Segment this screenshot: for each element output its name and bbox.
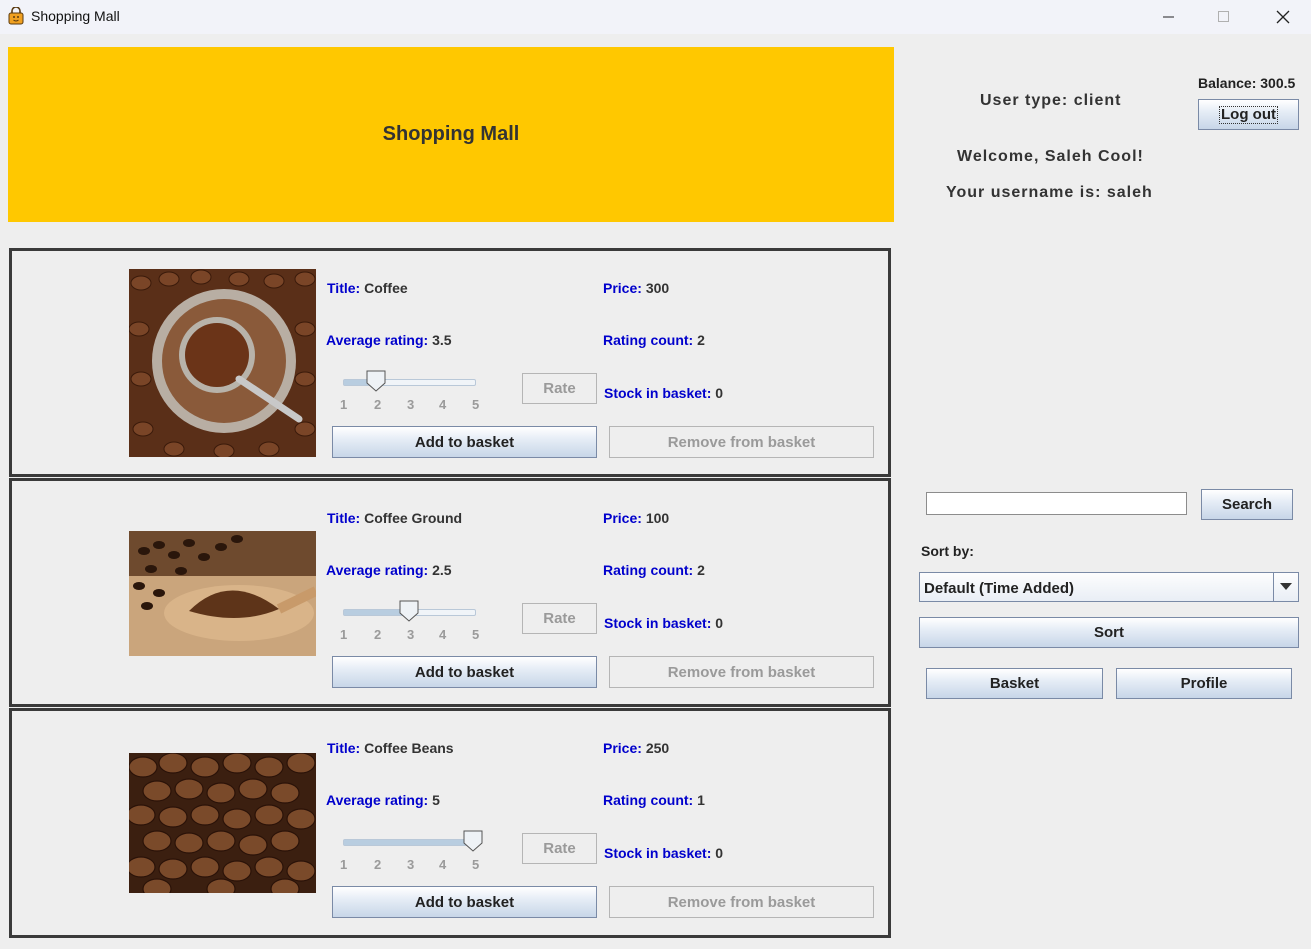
rate-button[interactable]: Rate <box>522 603 597 634</box>
sort-by-label: Sort by: <box>921 543 974 559</box>
product-price-field: Price: 300 <box>603 280 670 296</box>
minimize-icon <box>1163 16 1174 18</box>
stock-in-basket-field: Stock in basket: 0 <box>604 845 724 861</box>
slider-track <box>343 839 476 846</box>
remove-from-basket-button[interactable]: Remove from basket <box>609 656 874 688</box>
product-card: Title: Coffee Ground Price: 100 Average … <box>9 478 891 707</box>
average-rating-field: Average rating: 2.5 <box>326 562 452 578</box>
rate-button[interactable]: Rate <box>522 373 597 404</box>
stock-in-basket-field: Stock in basket: 0 <box>604 615 724 631</box>
dropdown-arrow-icon[interactable] <box>1273 573 1298 601</box>
shopping-bag-icon <box>7 6 25 25</box>
slider-tick-label: 5 <box>472 397 480 412</box>
slider-tick-label: 5 <box>472 627 480 642</box>
slider-track <box>343 379 476 386</box>
add-to-basket-button[interactable]: Add to basket <box>332 426 597 458</box>
banner: Shopping Mall <box>8 47 894 222</box>
slider-tick-label: 1 <box>340 397 348 412</box>
basket-button[interactable]: Basket <box>926 668 1103 699</box>
user-type-label: User type: client <box>980 92 1122 109</box>
balance-label: Balance: 300.5 <box>1198 75 1296 91</box>
stock-in-basket-field: Stock in basket: 0 <box>604 385 724 401</box>
product-title-field: Title: Coffee Beans <box>327 740 454 756</box>
slider-fill <box>344 840 473 845</box>
welcome-label: Welcome, Saleh Cool! <box>957 148 1144 165</box>
search-button[interactable]: Search <box>1201 489 1293 520</box>
slider-tick-label: 1 <box>340 627 348 642</box>
rating-count-field: Rating count: 1 <box>603 792 705 808</box>
product-card: Title: Coffee Price: 300 Average rating:… <box>9 248 891 477</box>
rating-count-field: Rating count: 2 <box>603 562 705 578</box>
banner-title: Shopping Mall <box>382 123 520 145</box>
search-input[interactable] <box>926 492 1187 515</box>
maximize-button[interactable] <box>1195 0 1253 34</box>
rate-button[interactable]: Rate <box>522 833 597 864</box>
window-title: Shopping Mall <box>31 8 120 24</box>
sort-button[interactable]: Sort <box>919 617 1299 648</box>
rating-slider[interactable]: 1 2 3 4 5 <box>340 600 480 644</box>
remove-from-basket-button[interactable]: Remove from basket <box>609 426 874 458</box>
sort-dropdown[interactable]: Default (Time Added) <box>919 572 1299 602</box>
close-icon <box>1276 10 1290 24</box>
average-rating-field: Average rating: 3.5 <box>326 332 452 348</box>
slider-tick-label: 3 <box>407 397 415 412</box>
username-label: Your username is: saleh <box>946 184 1153 201</box>
slider-tick-label: 3 <box>407 857 415 872</box>
slider-tick-label: 1 <box>340 857 348 872</box>
minimize-button[interactable] <box>1140 0 1198 34</box>
rating-count-field: Rating count: 2 <box>603 332 705 348</box>
slider-tick-label: 4 <box>439 397 447 412</box>
rating-slider[interactable]: 1 2 3 4 5 <box>340 370 480 414</box>
slider-tick-label: 4 <box>439 857 447 872</box>
maximize-icon <box>1218 11 1229 22</box>
add-to-basket-button[interactable]: Add to basket <box>332 656 597 688</box>
product-card: Title: Coffee Beans Price: 250 Average r… <box>9 708 891 938</box>
remove-from-basket-button[interactable]: Remove from basket <box>609 886 874 918</box>
product-image-coffee <box>129 269 316 457</box>
window-title-bar: Shopping Mall <box>0 0 1311 34</box>
slider-tick-label: 3 <box>407 627 415 642</box>
add-to-basket-button[interactable]: Add to basket <box>332 886 597 918</box>
slider-tick-label: 2 <box>374 857 382 872</box>
logout-label: Log out <box>1219 105 1278 124</box>
product-title-field: Title: Coffee <box>327 280 408 296</box>
product-image-coffee-beans <box>129 753 316 893</box>
product-title-field: Title: Coffee Ground <box>327 510 463 526</box>
product-price-field: Price: 250 <box>603 740 670 756</box>
sort-selected-value: Default (Time Added) <box>924 580 1075 597</box>
slider-tick-label: 2 <box>374 397 382 412</box>
slider-tick-label: 5 <box>472 857 480 872</box>
average-rating-field: Average rating: 5 <box>326 792 440 808</box>
product-image-coffee-ground <box>129 531 316 656</box>
slider-tick-label: 2 <box>374 627 382 642</box>
product-price-field: Price: 100 <box>603 510 670 526</box>
slider-tick-label: 4 <box>439 627 447 642</box>
slider-thumb[interactable] <box>399 600 419 622</box>
slider-thumb[interactable] <box>463 830 483 852</box>
logout-button[interactable]: Log out <box>1198 99 1299 130</box>
slider-thumb[interactable] <box>366 370 386 392</box>
close-button[interactable] <box>1254 0 1311 34</box>
rating-slider[interactable]: 1 2 3 4 5 <box>340 830 483 874</box>
profile-button[interactable]: Profile <box>1116 668 1292 699</box>
